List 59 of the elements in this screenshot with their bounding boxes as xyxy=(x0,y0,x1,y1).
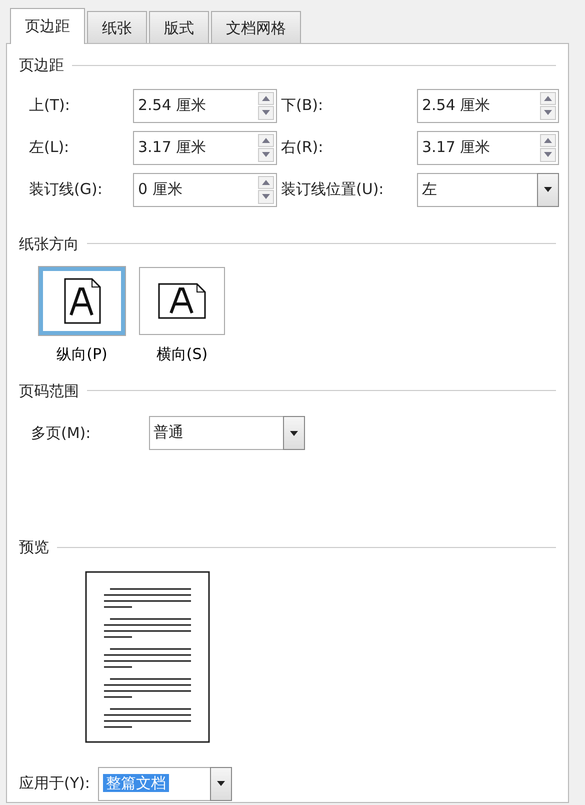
dropdown-arrow-icon xyxy=(216,781,225,786)
section-heading: 页边距 xyxy=(19,55,64,76)
tab[interactable]: 页边距 xyxy=(10,8,85,44)
up-arrow-icon xyxy=(262,96,270,101)
down-arrow-icon xyxy=(262,110,270,116)
spin-down-button[interactable] xyxy=(258,106,274,120)
spin-down-button[interactable] xyxy=(540,148,556,162)
section-heading: 预览 xyxy=(19,537,49,558)
field-label: 上(T): xyxy=(29,95,71,116)
dropdown-button[interactable] xyxy=(210,766,232,800)
field-label: 装订线位置(U): xyxy=(281,179,385,200)
field-value: 3.17 厘米 xyxy=(422,138,490,156)
dropdown[interactable]: 左 xyxy=(417,172,559,206)
field-label: 右(R): xyxy=(281,137,324,158)
spin-down-button[interactable] xyxy=(258,190,274,204)
field-value: 2.54 厘米 xyxy=(138,96,206,114)
spin-up-button[interactable] xyxy=(258,176,274,189)
spin-field[interactable]: 2.54 厘米 xyxy=(417,88,559,122)
up-arrow-icon xyxy=(262,180,270,185)
landscape-page-icon xyxy=(157,282,207,320)
up-arrow-icon xyxy=(544,96,552,101)
field-value: 0 厘米 xyxy=(138,180,182,198)
section-heading: 页码范围 xyxy=(19,380,79,402)
spin-field[interactable]: 0 厘米 xyxy=(133,172,277,206)
dropdown-value: 整篇文档 xyxy=(102,774,169,792)
field-value: 2.54 厘米 xyxy=(422,96,490,114)
spin-up-button[interactable] xyxy=(258,134,274,147)
field-label: 应用于(Y): xyxy=(19,773,90,794)
section-heading: 纸张方向 xyxy=(19,234,79,254)
spin-down-button[interactable] xyxy=(258,148,274,162)
spin-field[interactable]: 2.54 厘米 xyxy=(133,88,277,122)
field-label: 下(B): xyxy=(281,95,324,116)
dropdown-button[interactable] xyxy=(282,416,305,450)
spin-field[interactable]: 3.17 厘米 xyxy=(417,130,559,164)
tab[interactable]: 文档网格 xyxy=(211,11,301,43)
dropdown[interactable]: 普通 xyxy=(148,416,305,450)
field-label: 装订线(G): xyxy=(29,179,104,200)
spin-up-button[interactable] xyxy=(540,134,556,147)
tab[interactable]: 纸张 xyxy=(87,11,147,43)
down-arrow-icon xyxy=(262,152,270,158)
spin-up-button[interactable] xyxy=(540,92,556,105)
field-label: 左(L): xyxy=(29,137,70,158)
field-value: 3.17 厘米 xyxy=(138,138,206,156)
portrait-page-icon xyxy=(62,277,102,325)
dropdown-value: 左 xyxy=(422,180,437,198)
up-arrow-icon xyxy=(262,138,270,143)
dropdown-arrow-icon xyxy=(544,187,552,192)
dropdown-button[interactable] xyxy=(537,172,559,206)
dropdown-value: 普通 xyxy=(154,423,184,441)
spin-up-button[interactable] xyxy=(258,92,274,105)
tab[interactable]: 版式 xyxy=(149,11,209,43)
spin-field[interactable]: 3.17 厘米 xyxy=(133,130,277,164)
dropdown-arrow-icon xyxy=(290,430,298,436)
down-arrow-icon xyxy=(262,194,270,200)
spin-down-button[interactable] xyxy=(540,106,556,120)
down-arrow-icon xyxy=(544,152,552,158)
down-arrow-icon xyxy=(544,110,552,116)
field-label: 多页(M): xyxy=(31,422,91,444)
up-arrow-icon xyxy=(544,138,552,143)
